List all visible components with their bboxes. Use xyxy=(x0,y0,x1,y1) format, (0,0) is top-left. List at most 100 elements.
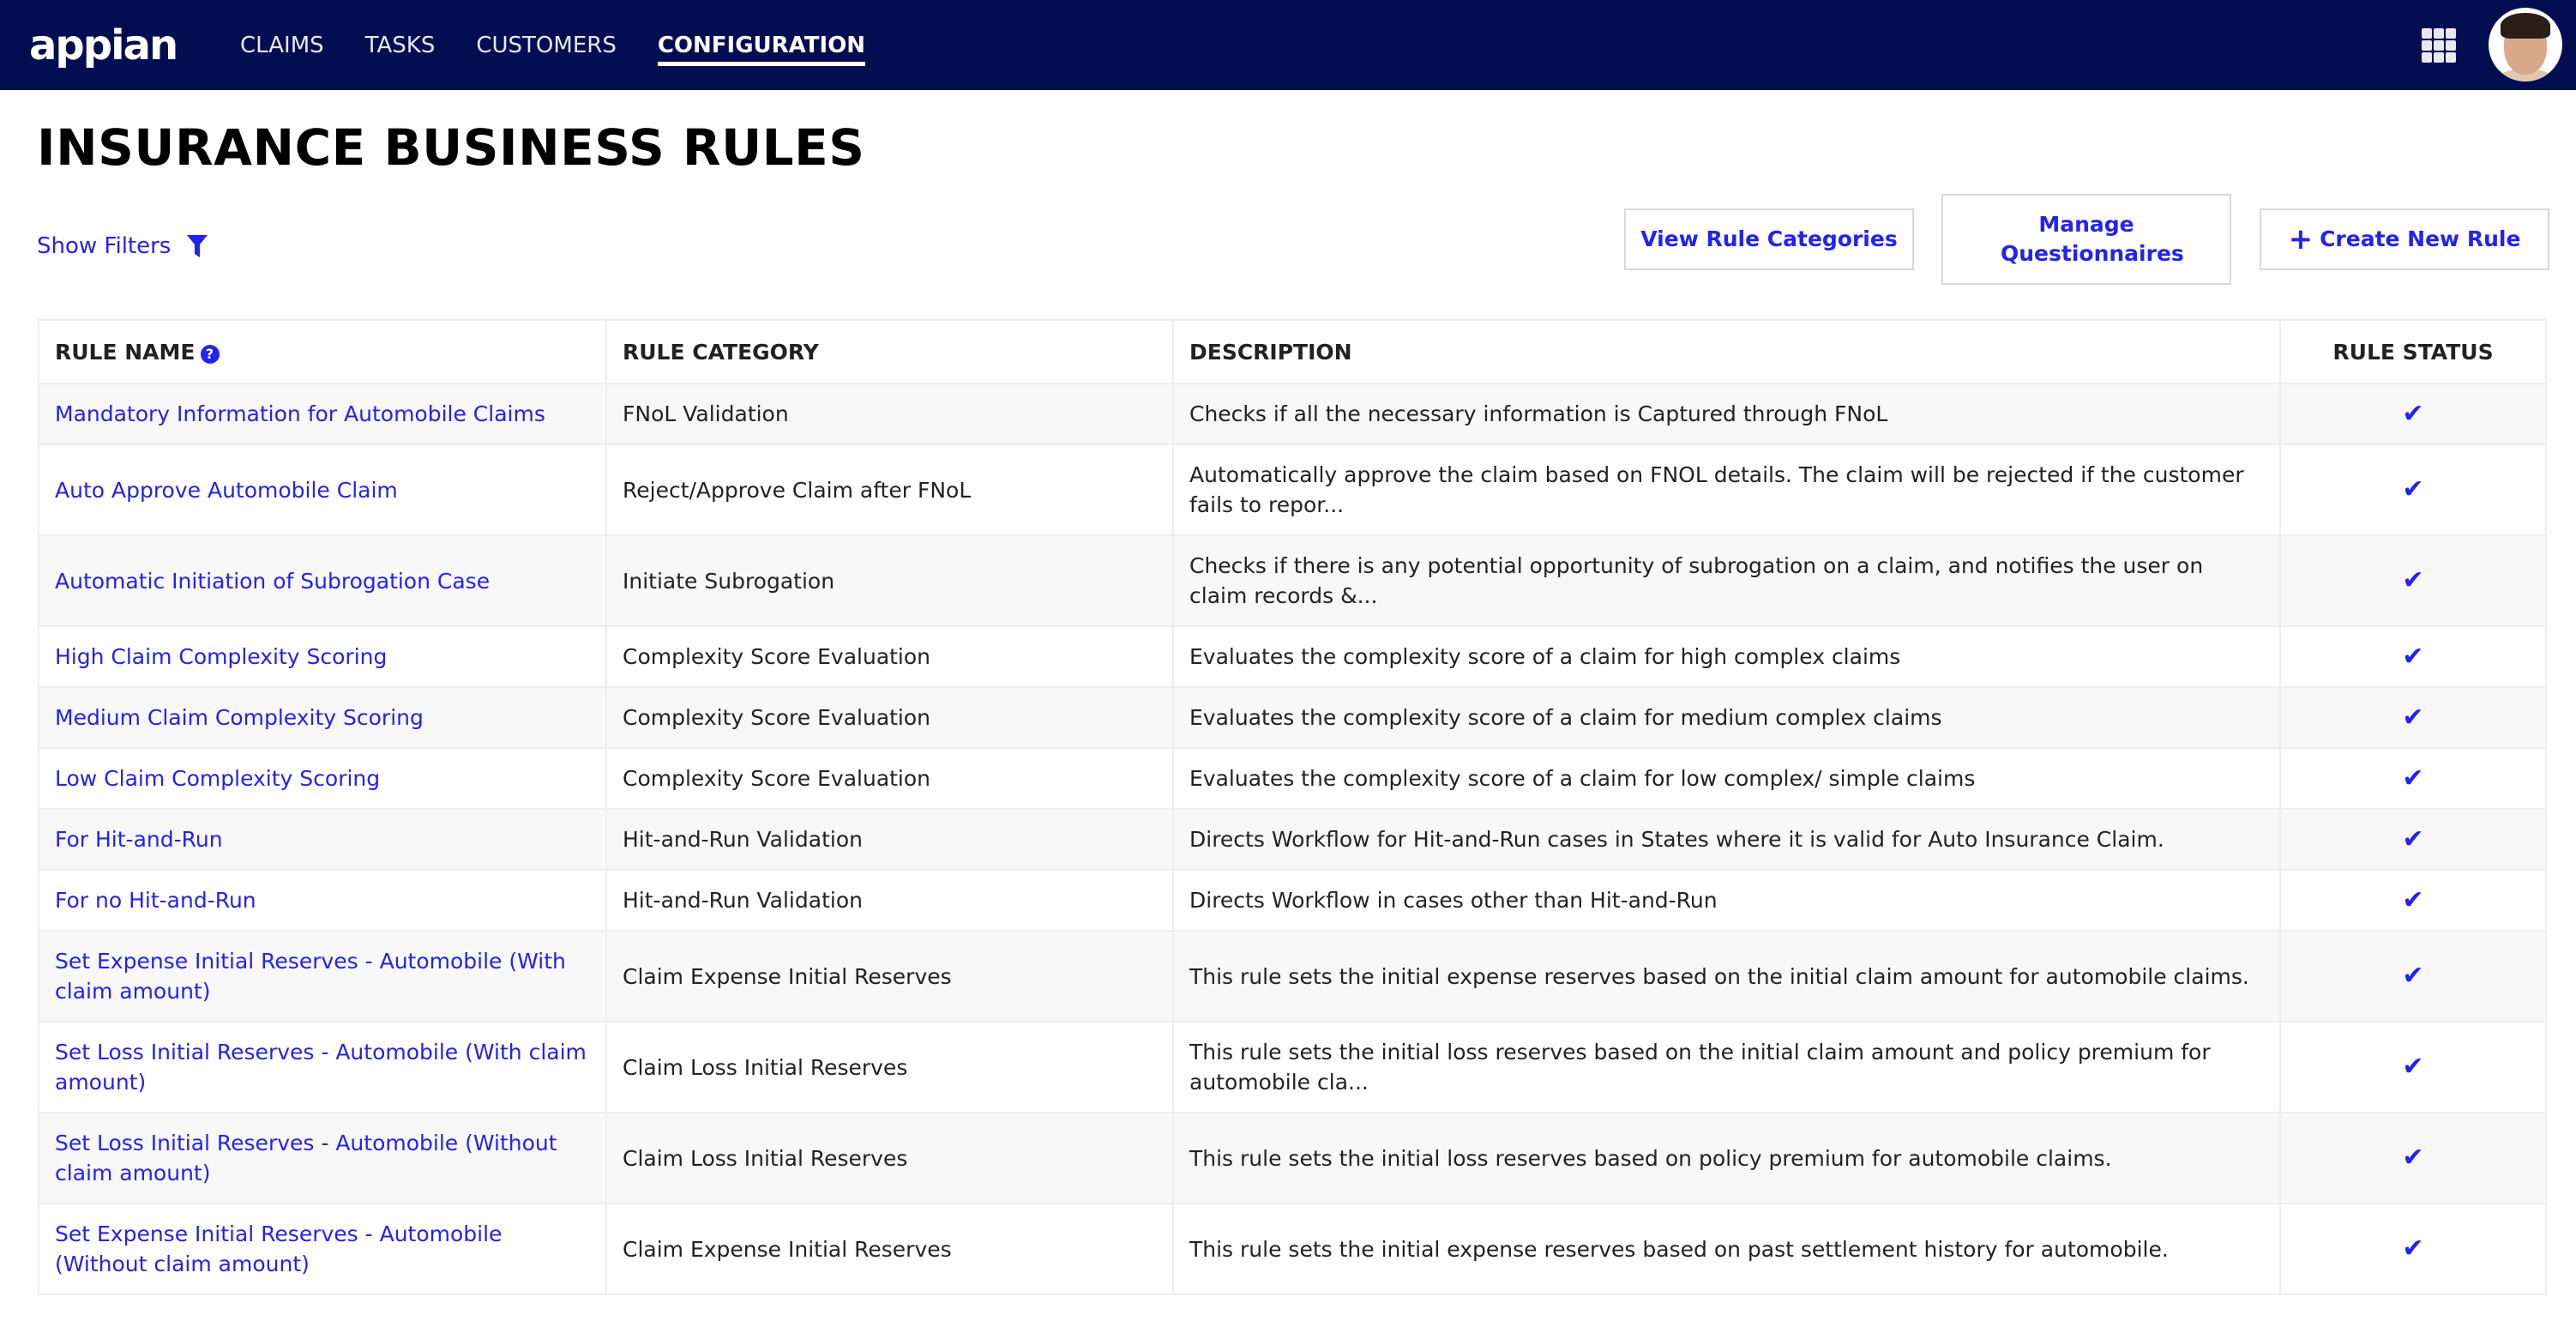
rule-status-cell: ✔ xyxy=(2279,808,2547,871)
rule-status-cell: ✔ xyxy=(2279,1112,2547,1204)
rule-name-link[interactable]: Set Loss Initial Reserves - Automobile (… xyxy=(55,1131,557,1185)
create-new-rule-button[interactable]: + Create New Rule xyxy=(2260,208,2549,270)
rule-description-cell: This rule sets the initial loss reserves… xyxy=(1172,1021,2281,1113)
show-filters-label: Show Filters xyxy=(37,233,172,259)
show-filters-link[interactable]: Show Filters xyxy=(37,233,208,259)
nav-tab-customers[interactable]: CUSTOMERS xyxy=(476,0,616,90)
column-header-rule-status[interactable]: RULE STATUS xyxy=(2279,319,2547,384)
rule-description-cell: Checks if all the necessary information … xyxy=(1172,383,2281,445)
rule-name-cell: Automatic Initiation of Subrogation Case xyxy=(38,534,607,627)
rule-status-cell: ✔ xyxy=(2279,686,2547,749)
check-icon: ✔ xyxy=(2402,884,2424,915)
column-header-rule-name[interactable]: RULE NAME? xyxy=(38,319,607,384)
rule-name-link[interactable]: Mandatory Information for Automobile Cla… xyxy=(55,401,545,426)
check-icon: ✔ xyxy=(2402,1234,2424,1264)
table-row: Medium Claim Complexity Scoring Complexit… xyxy=(38,686,2547,749)
table-row: Auto Approve Automobile Claim Reject/Appr… xyxy=(38,443,2547,536)
rule-status-cell: ✔ xyxy=(2279,625,2547,688)
rule-category-cell: Hit-and-Run Validation xyxy=(605,808,1174,871)
rule-name-link[interactable]: Set Loss Initial Reserves - Automobile (… xyxy=(55,1040,587,1095)
rule-status-cell: ✔ xyxy=(2279,747,2547,810)
rule-name-cell: High Claim Complexity Scoring xyxy=(38,625,607,688)
check-icon: ✔ xyxy=(2402,1143,2424,1173)
check-icon: ✔ xyxy=(2402,1052,2424,1082)
rule-description-cell: This rule sets the initial expense reser… xyxy=(1172,930,2281,1022)
check-icon: ✔ xyxy=(2402,398,2424,429)
check-icon: ✔ xyxy=(2402,565,2424,595)
rule-name-link[interactable]: For Hit-and-Run xyxy=(55,827,223,852)
rule-category-cell: Claim Expense Initial Reserves xyxy=(605,930,1174,1022)
rule-name-cell: Set Expense Initial Reserves - Automobil… xyxy=(38,930,607,1022)
help-icon[interactable]: ? xyxy=(200,344,220,364)
rule-category-cell: Reject/Approve Claim after FNoL xyxy=(605,443,1174,536)
rule-description-cell: Automatically approve the claim based on… xyxy=(1172,443,2281,536)
rule-category-cell: Complexity Score Evaluation xyxy=(605,686,1174,749)
rule-description-cell: Evaluates the complexity score of a clai… xyxy=(1172,686,2281,749)
table-row: Set Expense Initial Reserves - Automobil… xyxy=(38,930,2547,1022)
rule-category-cell: Claim Expense Initial Reserves xyxy=(605,1203,1174,1295)
view-rule-categories-button[interactable]: View Rule Categories xyxy=(1624,208,1914,270)
rule-name-link[interactable]: Auto Approve Automobile Claim xyxy=(55,478,398,503)
rule-name-cell: Set Loss Initial Reserves - Automobile (… xyxy=(38,1112,607,1204)
rules-table: RULE NAME? RULE CATEGORY DESCRIPTION RUL… xyxy=(38,319,2547,1295)
rule-status-cell: ✔ xyxy=(2279,534,2547,627)
rule-description-cell: Evaluates the complexity score of a clai… xyxy=(1172,747,2281,810)
nav-tab-configuration[interactable]: CONFIGURATION xyxy=(657,0,866,90)
table-row: Automatic Initiation of Subrogation Case… xyxy=(38,534,2547,627)
rule-name-link[interactable]: Medium Claim Complexity Scoring xyxy=(55,705,424,730)
rule-name-cell: Auto Approve Automobile Claim xyxy=(38,443,607,536)
view-rule-categories-label: View Rule Categories xyxy=(1640,226,1898,251)
rule-name-cell: Set Loss Initial Reserves - Automobile (… xyxy=(38,1021,607,1113)
rule-name-cell: Low Claim Complexity Scoring xyxy=(38,747,607,810)
top-nav-bar: appian CLAIMS TASKS CUSTOMERS CONFIGURAT… xyxy=(0,0,2576,90)
rule-name-link[interactable]: Set Expense Initial Reserves - Automobil… xyxy=(55,1221,502,1276)
rule-name-link[interactable]: For no Hit-and-Run xyxy=(55,888,256,913)
rule-category-cell: Hit-and-Run Validation xyxy=(605,869,1174,932)
table-row: For Hit-and-Run Hit-and-Run Validation Dir… xyxy=(38,808,2547,871)
appian-logo[interactable]: appian xyxy=(29,21,178,69)
app-launcher-grid-icon[interactable] xyxy=(2422,28,2456,63)
rule-category-cell: Complexity Score Evaluation xyxy=(605,625,1174,688)
manage-questionnaires-button[interactable]: Manage Questionnaires xyxy=(1941,194,2231,285)
funnel-icon xyxy=(187,235,208,257)
plus-icon: + xyxy=(2288,222,2314,256)
rule-description-cell: This rule sets the initial loss reserves… xyxy=(1172,1112,2281,1204)
rule-description-cell: Evaluates the complexity score of a clai… xyxy=(1172,625,2281,688)
manage-questionnaires-label: Manage Questionnaires xyxy=(2001,212,2184,266)
check-icon: ✔ xyxy=(2402,823,2424,854)
page-title: INSURANCE BUSINESS RULES xyxy=(37,118,865,177)
rule-category-cell: Claim Loss Initial Reserves xyxy=(605,1021,1174,1113)
table-row: For no Hit-and-Run Hit-and-Run Validation… xyxy=(38,869,2547,932)
table-row: Set Loss Initial Reserves - Automobile (… xyxy=(38,1021,2547,1113)
rule-name-link[interactable]: Automatic Initiation of Subrogation Case xyxy=(55,569,490,594)
rule-name-cell: Medium Claim Complexity Scoring xyxy=(38,686,607,749)
rule-category-cell: Complexity Score Evaluation xyxy=(605,747,1174,810)
rule-name-link[interactable]: Set Expense Initial Reserves - Automobil… xyxy=(55,949,566,1004)
nav-tab-claims[interactable]: CLAIMS xyxy=(240,0,324,90)
column-header-rule-category[interactable]: RULE CATEGORY xyxy=(605,319,1174,384)
rule-name-cell: Mandatory Information for Automobile Cla… xyxy=(38,383,607,445)
rule-category-cell: Claim Loss Initial Reserves xyxy=(605,1112,1174,1204)
check-icon: ✔ xyxy=(2402,702,2424,733)
rule-status-cell: ✔ xyxy=(2279,930,2547,1022)
column-header-description[interactable]: DESCRIPTION xyxy=(1172,319,2281,384)
rule-name-cell: Set Expense Initial Reserves - Automobil… xyxy=(38,1203,607,1295)
rule-status-cell: ✔ xyxy=(2279,383,2547,445)
rule-description-cell: Directs Workflow in cases other than Hit… xyxy=(1172,869,2281,932)
rule-category-cell: FNoL Validation xyxy=(605,383,1174,445)
nav-tab-tasks[interactable]: TASKS xyxy=(365,0,436,90)
create-new-rule-label: Create New Rule xyxy=(2320,226,2521,251)
rule-name-link[interactable]: Low Claim Complexity Scoring xyxy=(55,766,380,791)
check-icon: ✔ xyxy=(2402,961,2424,991)
rule-name-cell: For Hit-and-Run xyxy=(38,808,607,871)
rule-name-link[interactable]: High Claim Complexity Scoring xyxy=(55,644,387,669)
rule-description-cell: Directs Workflow for Hit-and-Run cases i… xyxy=(1172,808,2281,871)
check-icon: ✔ xyxy=(2402,474,2424,504)
rule-status-cell: ✔ xyxy=(2279,1203,2547,1295)
rule-description-cell: Checks if there is any potential opportu… xyxy=(1172,534,2281,627)
rule-description-cell: This rule sets the initial expense reser… xyxy=(1172,1203,2281,1295)
table-row: High Claim Complexity Scoring Complexity … xyxy=(38,625,2547,688)
user-avatar[interactable] xyxy=(2489,8,2562,81)
table-row: Set Expense Initial Reserves - Automobil… xyxy=(38,1203,2547,1295)
rule-name-cell: For no Hit-and-Run xyxy=(38,869,607,932)
